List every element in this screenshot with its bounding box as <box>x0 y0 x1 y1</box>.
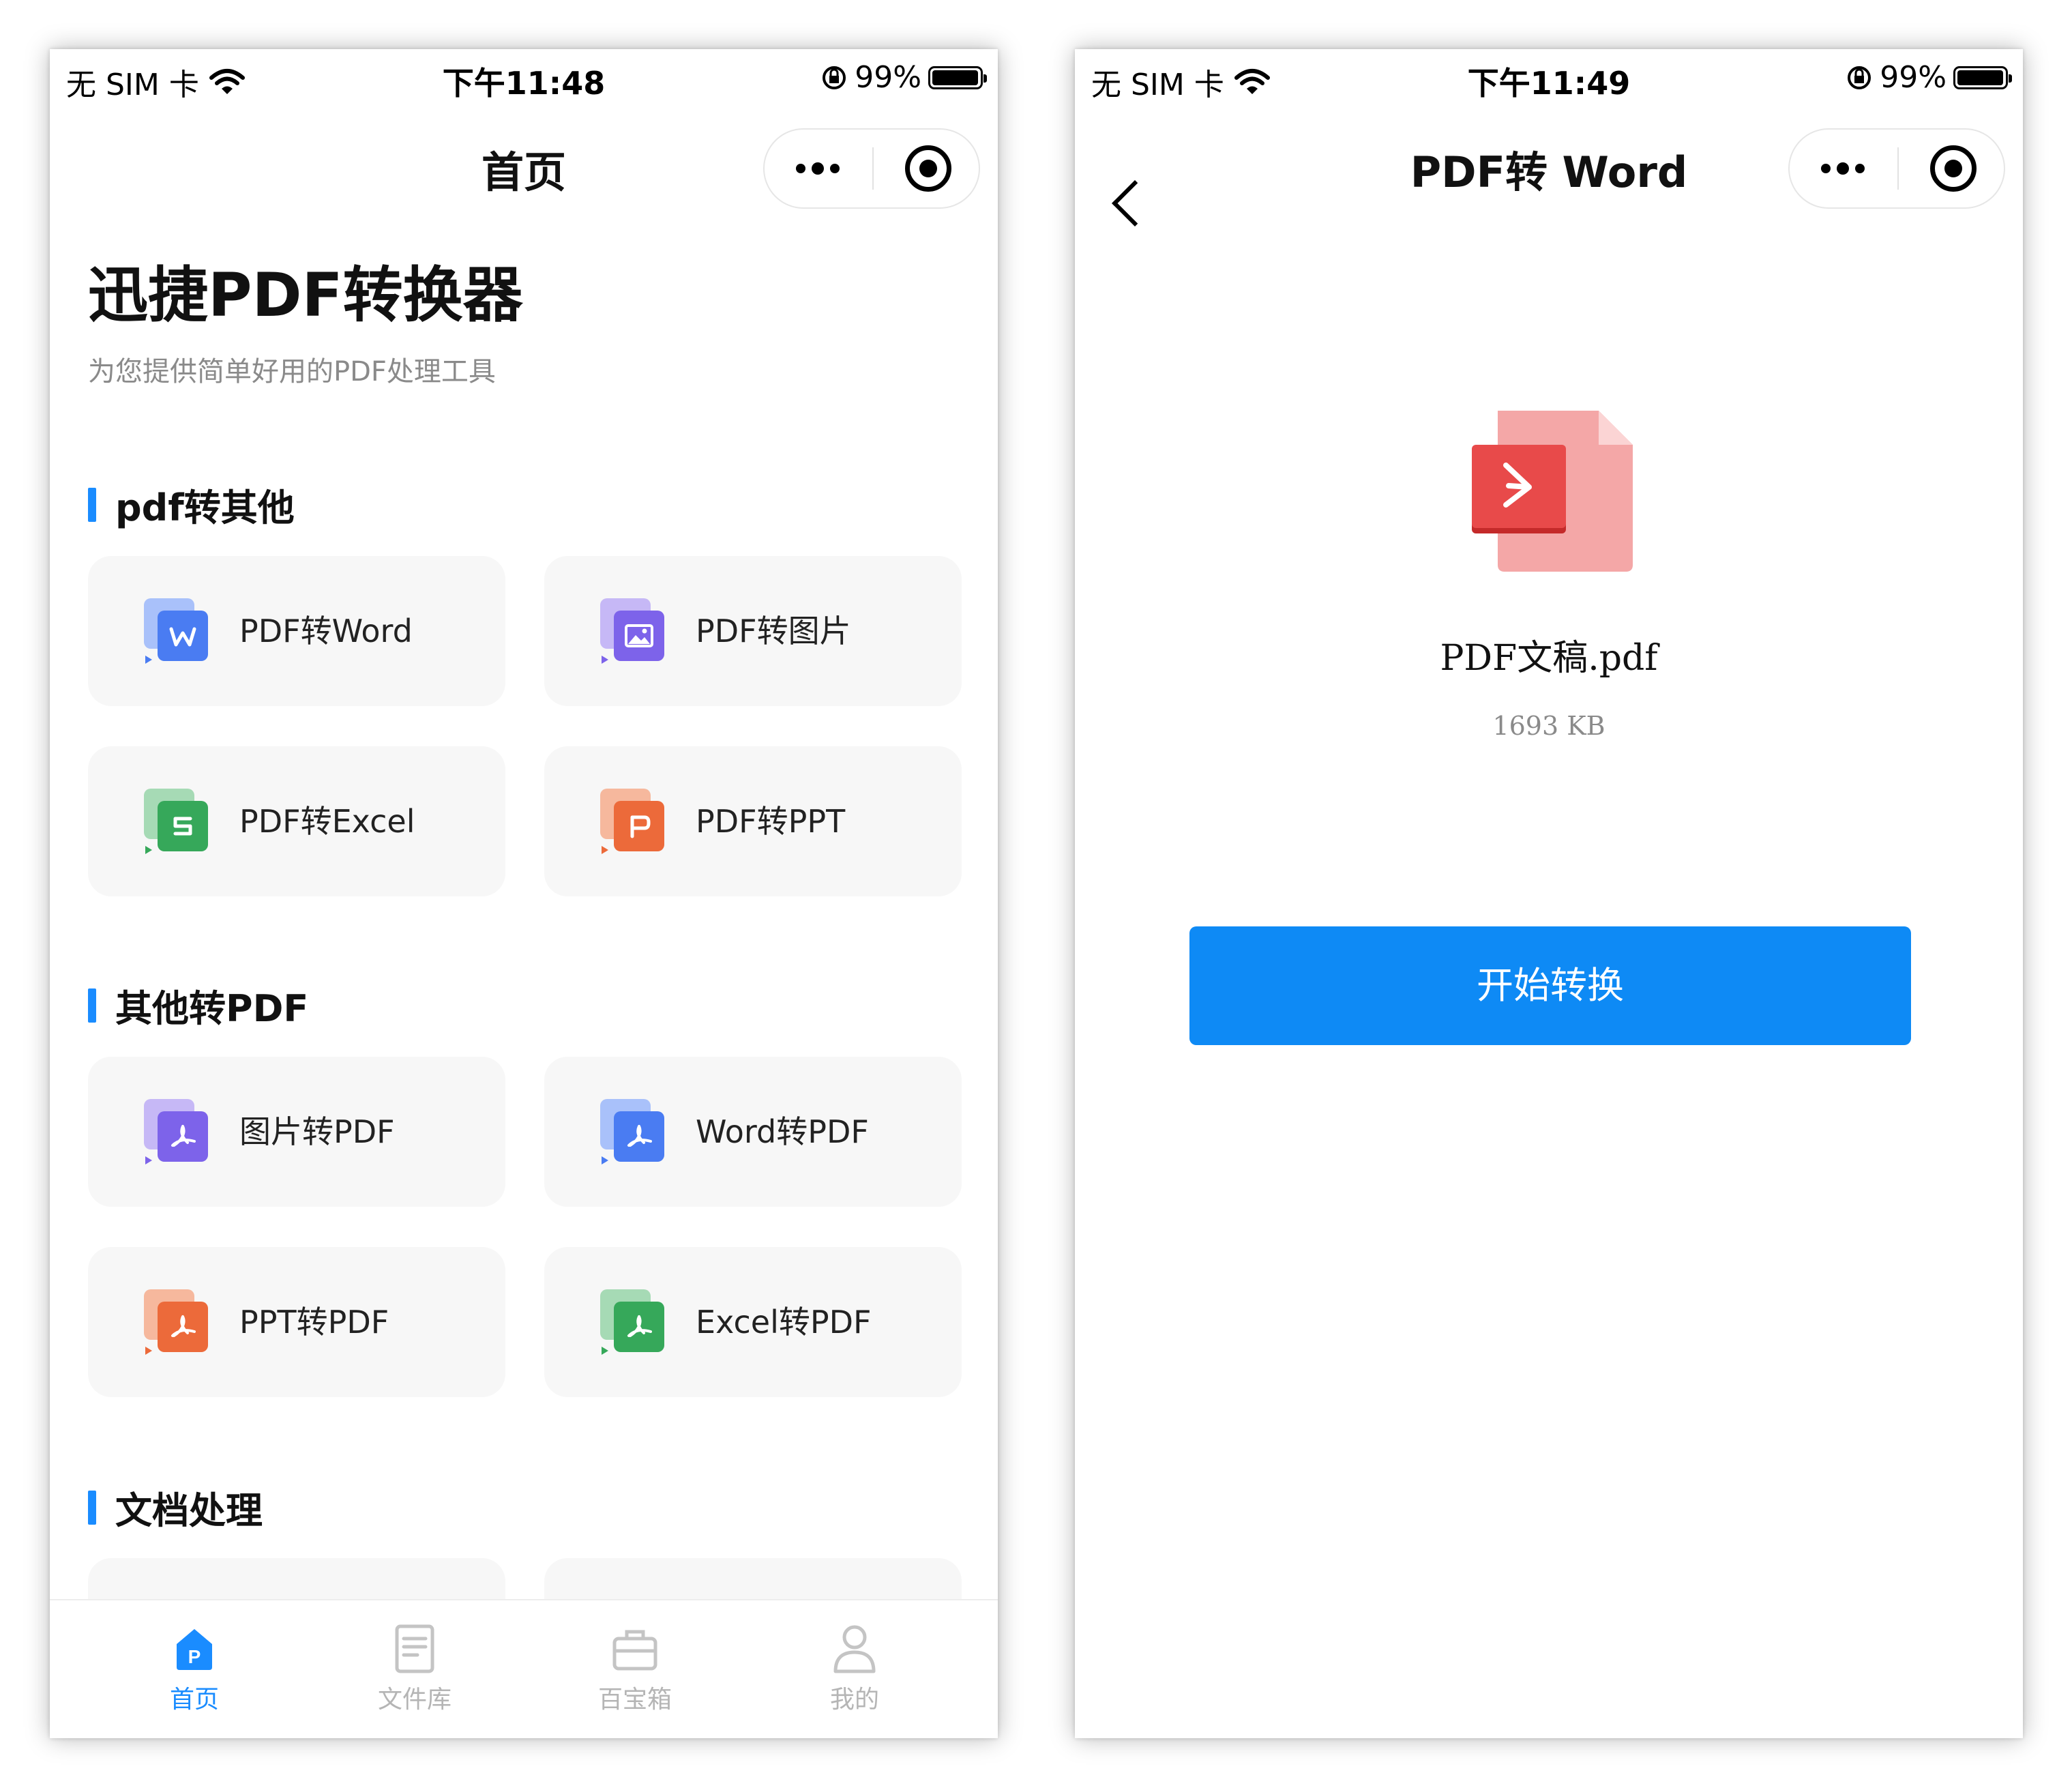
orientation-lock-icon <box>1848 65 1871 89</box>
card-word-to-pdf[interactable]: Word转PDF <box>544 1057 962 1207</box>
close-miniprogram-icon[interactable] <box>905 145 951 192</box>
card-label: Excel转PDF <box>696 1304 872 1340</box>
pdf-icon <box>144 1099 209 1164</box>
card-label: PDF转Excel <box>239 803 415 840</box>
section-pdf-to-other: pdf转其他 <box>88 478 295 531</box>
image-icon <box>600 598 666 664</box>
more-icon[interactable] <box>1790 130 1896 207</box>
menu-capsule <box>763 128 980 209</box>
section-marker <box>88 988 96 1023</box>
card-label: 图片转PDF <box>239 1113 395 1150</box>
home-screen: 无 SIM 卡 下午11:48 99% 首页 迅捷PDF转换器 为您提供简单好用… <box>50 49 998 1738</box>
section-title: pdf转其他 <box>115 486 295 529</box>
ppt-icon <box>600 789 666 854</box>
more-icon[interactable] <box>765 130 871 207</box>
card-pdf-to-word[interactable]: PDF转Word <box>88 556 505 706</box>
convert-screen: 无 SIM 卡 下午11:49 99% PDF转 Word PDF文稿.pdf … <box>1075 49 2023 1738</box>
tab-label: 文件库 <box>377 1686 452 1714</box>
card-excel-to-pdf[interactable]: Excel转PDF <box>544 1247 962 1397</box>
battery-icon <box>928 65 987 89</box>
document-icon <box>395 1624 434 1673</box>
user-icon <box>833 1625 876 1673</box>
tab-profile[interactable]: 我的 <box>752 1600 957 1738</box>
card-pdf-to-ppt[interactable]: PDF转PPT <box>544 746 962 896</box>
tab-label: 我的 <box>829 1686 879 1714</box>
nav-bar: 首页 <box>50 111 998 209</box>
toolbox-icon <box>612 1630 657 1671</box>
section-marker <box>88 1490 96 1525</box>
app-title: 迅捷PDF转换器 <box>88 260 523 330</box>
start-convert-button[interactable]: 开始转换 <box>1189 926 1911 1045</box>
pdf-icon <box>144 1289 209 1355</box>
card-label: Word转PDF <box>696 1113 869 1150</box>
card-image-to-pdf[interactable]: 图片转PDF <box>88 1057 505 1207</box>
close-miniprogram-icon[interactable] <box>1930 145 1977 192</box>
tab-toolbox[interactable]: 百宝箱 <box>533 1600 737 1738</box>
pdf-file-icon <box>1472 411 1633 572</box>
section-title: 文档处理 <box>115 1489 263 1532</box>
pdf-icon <box>600 1289 666 1355</box>
menu-capsule <box>1788 128 2005 209</box>
capsule-divider <box>872 147 874 190</box>
battery-percent: 99% <box>1880 60 1947 95</box>
home-icon: P <box>177 1629 212 1670</box>
capsule-divider <box>1897 147 1899 190</box>
card-ppt-to-pdf[interactable]: PPT转PDF <box>88 1247 505 1397</box>
excel-icon <box>144 789 209 854</box>
card-pdf-to-excel[interactable]: PDF转Excel <box>88 746 505 896</box>
section-other-to-pdf: 其他转PDF <box>88 978 308 1032</box>
svg-text:P: P <box>188 1646 201 1667</box>
card-pdf-to-image[interactable]: PDF转图片 <box>544 556 962 706</box>
card-label: PDF转图片 <box>696 613 851 649</box>
app-subtitle: 为您提供简单好用的PDF处理工具 <box>88 356 496 387</box>
battery-icon <box>1953 65 2012 89</box>
section-document-processing: 文档处理 <box>88 1480 263 1534</box>
pdf-icon <box>600 1099 666 1164</box>
nav-bar: PDF转 Word <box>1075 111 2023 226</box>
tab-label: 首页 <box>169 1686 219 1714</box>
section-marker <box>88 487 96 522</box>
battery-percent: 99% <box>855 60 921 95</box>
tab-files[interactable]: 文件库 <box>312 1600 517 1738</box>
word-icon <box>144 598 209 664</box>
card-label: PDF转PPT <box>696 803 846 840</box>
tab-bar: P 首页 文件库 百宝箱 我的 <box>50 1599 998 1738</box>
orientation-lock-icon <box>823 65 846 89</box>
tab-label: 百宝箱 <box>597 1686 672 1714</box>
file-name: PDF文稿.pdf <box>1440 638 1658 679</box>
tab-home[interactable]: P 首页 <box>92 1600 297 1738</box>
card-label: PPT转PDF <box>239 1304 389 1340</box>
section-title: 其他转PDF <box>115 987 309 1030</box>
status-bar: 无 SIM 卡 下午11:48 99% <box>50 49 998 111</box>
card-label: PDF转Word <box>239 613 413 649</box>
file-size: 1693 KB <box>1492 711 1605 741</box>
status-bar: 无 SIM 卡 下午11:49 99% <box>1075 49 2023 111</box>
